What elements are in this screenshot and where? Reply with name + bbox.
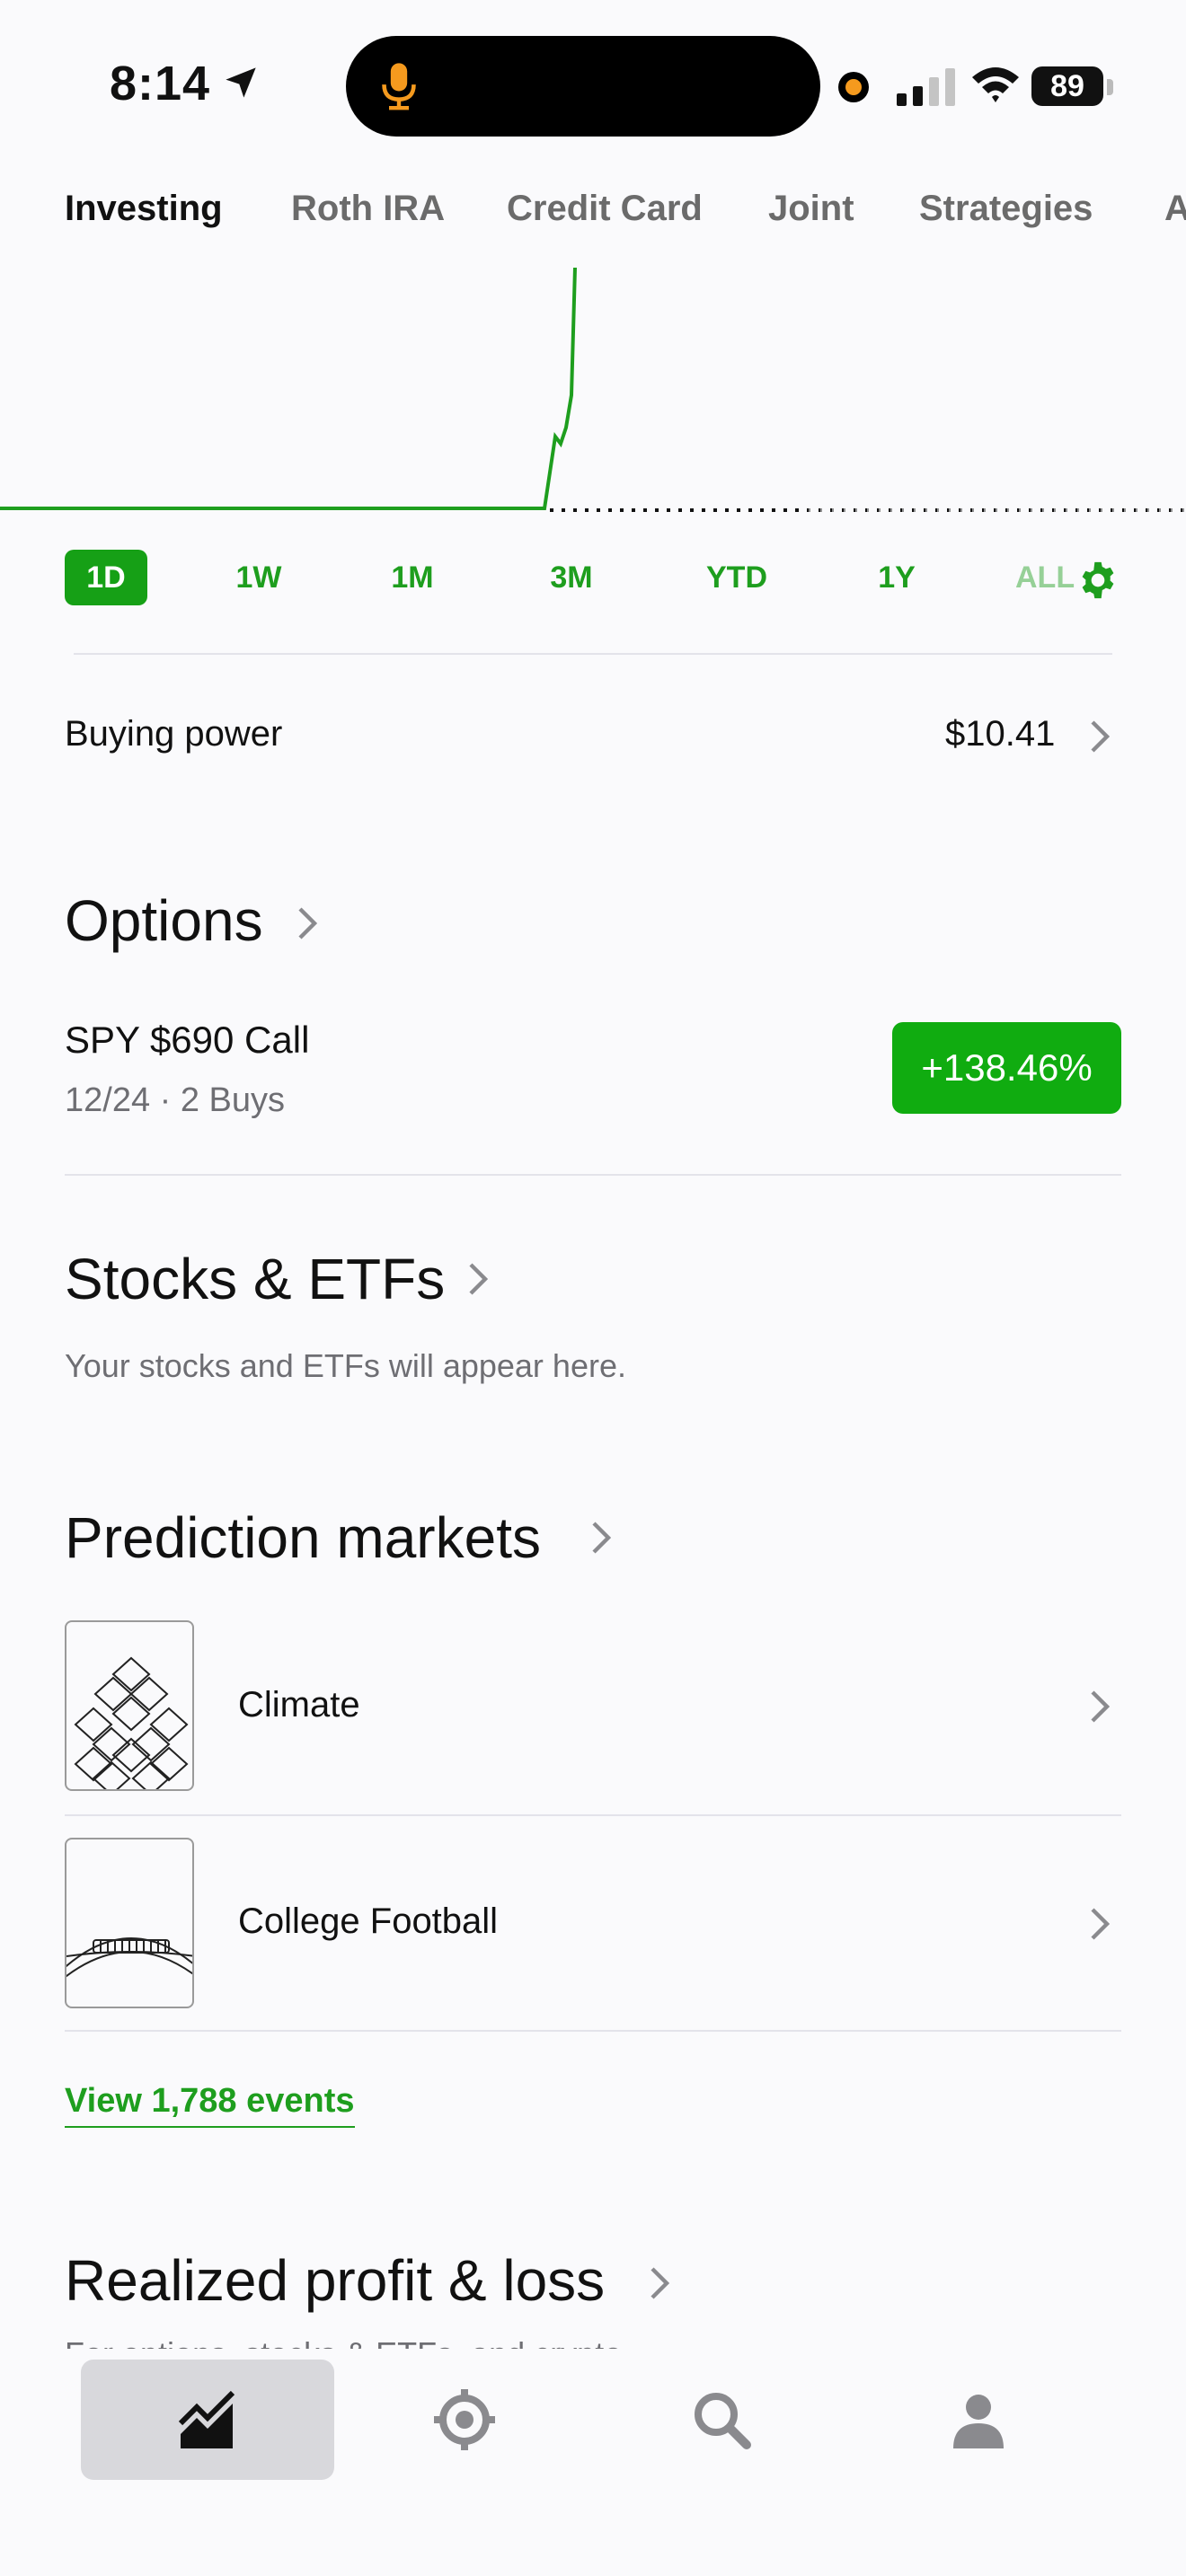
cellular-signal-icon	[897, 68, 955, 106]
range-1y[interactable]: 1Y	[855, 550, 938, 605]
buying-power-label: Buying power	[65, 714, 283, 754]
tab-roth-ira[interactable]: Roth IRA	[291, 189, 445, 229]
football-icon	[65, 1838, 194, 2008]
chart-icon	[178, 2390, 235, 2448]
range-1m[interactable]: 1M	[371, 550, 454, 605]
bottom-nav	[0, 2349, 1186, 2576]
battery-icon: 89	[1031, 66, 1103, 106]
range-3m[interactable]: 3M	[530, 550, 613, 605]
buying-power-value: $10.41	[945, 714, 1056, 754]
chevron-right-icon	[1091, 1908, 1111, 1940]
status-time: 8:14	[110, 57, 211, 110]
range-all[interactable]: ALL	[1015, 550, 1087, 605]
stocks-empty-text: Your stocks and ETFs will appear here.	[65, 1347, 626, 1384]
target-icon	[434, 2389, 495, 2450]
range-1w[interactable]: 1W	[217, 550, 300, 605]
prediction-markets-title: Prediction markets	[65, 1505, 541, 1570]
option-change-badge[interactable]: +138.46%	[892, 1022, 1121, 1114]
divider	[65, 1814, 1121, 1816]
divider	[65, 1174, 1121, 1176]
option-detail: 12/24 · 2 Buys	[65, 1081, 286, 1119]
tab-investing[interactable]: Investing	[65, 189, 223, 229]
portfolio-chart[interactable]	[0, 260, 1186, 521]
nav-search[interactable]	[595, 2360, 848, 2480]
chart-line	[0, 267, 577, 510]
range-selector: 1D 1W 1M 3M YTD 1Y ALL	[0, 550, 1186, 613]
status-bar: 8:14 89	[0, 0, 1186, 171]
chevron-right-icon	[651, 2267, 670, 2299]
chevron-right-icon	[469, 1263, 489, 1295]
prediction-item-label: College Football	[238, 1901, 499, 1941]
divider	[74, 653, 1112, 655]
nav-account[interactable]	[852, 2360, 1105, 2480]
chevron-right-icon	[592, 1522, 612, 1554]
realized-pl-title: Realized profit & loss	[65, 2248, 606, 2313]
chevron-right-icon	[1091, 720, 1111, 753]
chevron-right-icon	[1091, 1690, 1111, 1723]
option-name: SPY $690 Call	[65, 1019, 310, 1061]
recording-dot-icon	[838, 72, 869, 102]
tab-more[interactable]: A	[1164, 189, 1186, 229]
options-title: Options	[65, 888, 263, 953]
chevron-right-icon	[298, 907, 318, 940]
tab-strategies[interactable]: Strategies	[919, 189, 1093, 229]
view-events-link[interactable]: View 1,788 events	[65, 2082, 355, 2128]
nav-browse[interactable]	[338, 2360, 591, 2480]
microphone-icon	[382, 63, 416, 110]
divider	[65, 2030, 1121, 2032]
search-icon	[695, 2393, 751, 2449]
account-tabs: Investing Roth IRA Credit Card Joint Str…	[0, 189, 1186, 251]
person-icon	[953, 2395, 1004, 2448]
prediction-item-label: Climate	[238, 1685, 360, 1725]
gear-icon[interactable]	[1078, 560, 1118, 600]
nav-investing[interactable]	[81, 2360, 334, 2480]
tab-credit-card[interactable]: Credit Card	[507, 189, 703, 229]
range-ytd[interactable]: YTD	[692, 550, 782, 605]
tab-joint[interactable]: Joint	[768, 189, 854, 229]
wifi-icon	[972, 67, 1019, 102]
location-arrow-icon	[226, 67, 256, 98]
stocks-title: Stocks & ETFs	[65, 1247, 446, 1311]
range-1d[interactable]: 1D	[65, 550, 147, 605]
climate-diamonds-icon	[65, 1620, 194, 1791]
battery-cap	[1107, 79, 1113, 95]
